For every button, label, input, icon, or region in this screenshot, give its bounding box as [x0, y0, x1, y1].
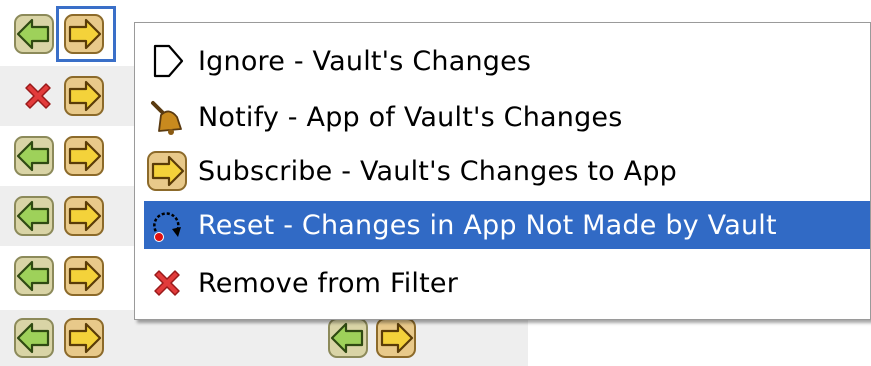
sync-right-icon[interactable]	[64, 318, 104, 358]
menu-item-ignore[interactable]: Ignore - Vault's Changes	[144, 37, 870, 85]
sync-left-icon[interactable]	[14, 318, 54, 358]
red-x-icon[interactable]	[18, 76, 58, 116]
bell-icon	[144, 93, 190, 141]
subscribe-arrow-icon	[144, 147, 190, 195]
sync-right-icon[interactable]	[64, 76, 104, 116]
reset-circular-arrow-icon	[144, 201, 190, 249]
ignore-outline-icon	[144, 37, 190, 85]
sync-left-icon[interactable]	[328, 318, 368, 358]
menu-item-label: Ignore - Vault's Changes	[198, 45, 532, 77]
menu-item-subscribe[interactable]: Subscribe - Vault's Changes to App	[144, 147, 870, 195]
grid-row	[0, 126, 134, 186]
menu-item-label: Reset - Changes in App Not Made by Vault	[198, 209, 777, 241]
sync-right-icon[interactable]	[64, 256, 104, 296]
red-x-remove-icon	[144, 259, 190, 307]
menu-item-label: Remove from Filter	[198, 267, 459, 299]
grid-row	[0, 246, 134, 306]
menu-item-reset[interactable]: Reset - Changes in App Not Made by Vault	[144, 201, 870, 249]
sync-left-icon[interactable]	[14, 196, 54, 236]
sync-right-icon[interactable]	[64, 136, 104, 176]
context-menu: Ignore - Vault's Changes Notify - App of…	[134, 22, 871, 320]
menu-item-notify[interactable]: Notify - App of Vault's Changes	[144, 93, 870, 141]
sync-right-icon[interactable]	[376, 318, 416, 358]
sync-left-icon[interactable]	[14, 256, 54, 296]
menu-item-remove[interactable]: Remove from Filter	[144, 259, 870, 307]
sync-left-icon[interactable]	[14, 14, 54, 54]
grid-row	[0, 186, 134, 246]
selection-outline	[56, 6, 116, 62]
grid-row	[0, 66, 134, 126]
menu-item-label: Subscribe - Vault's Changes to App	[198, 155, 678, 187]
menu-item-label: Notify - App of Vault's Changes	[198, 101, 623, 133]
sync-left-icon[interactable]	[14, 136, 54, 176]
sync-right-icon[interactable]	[64, 196, 104, 236]
